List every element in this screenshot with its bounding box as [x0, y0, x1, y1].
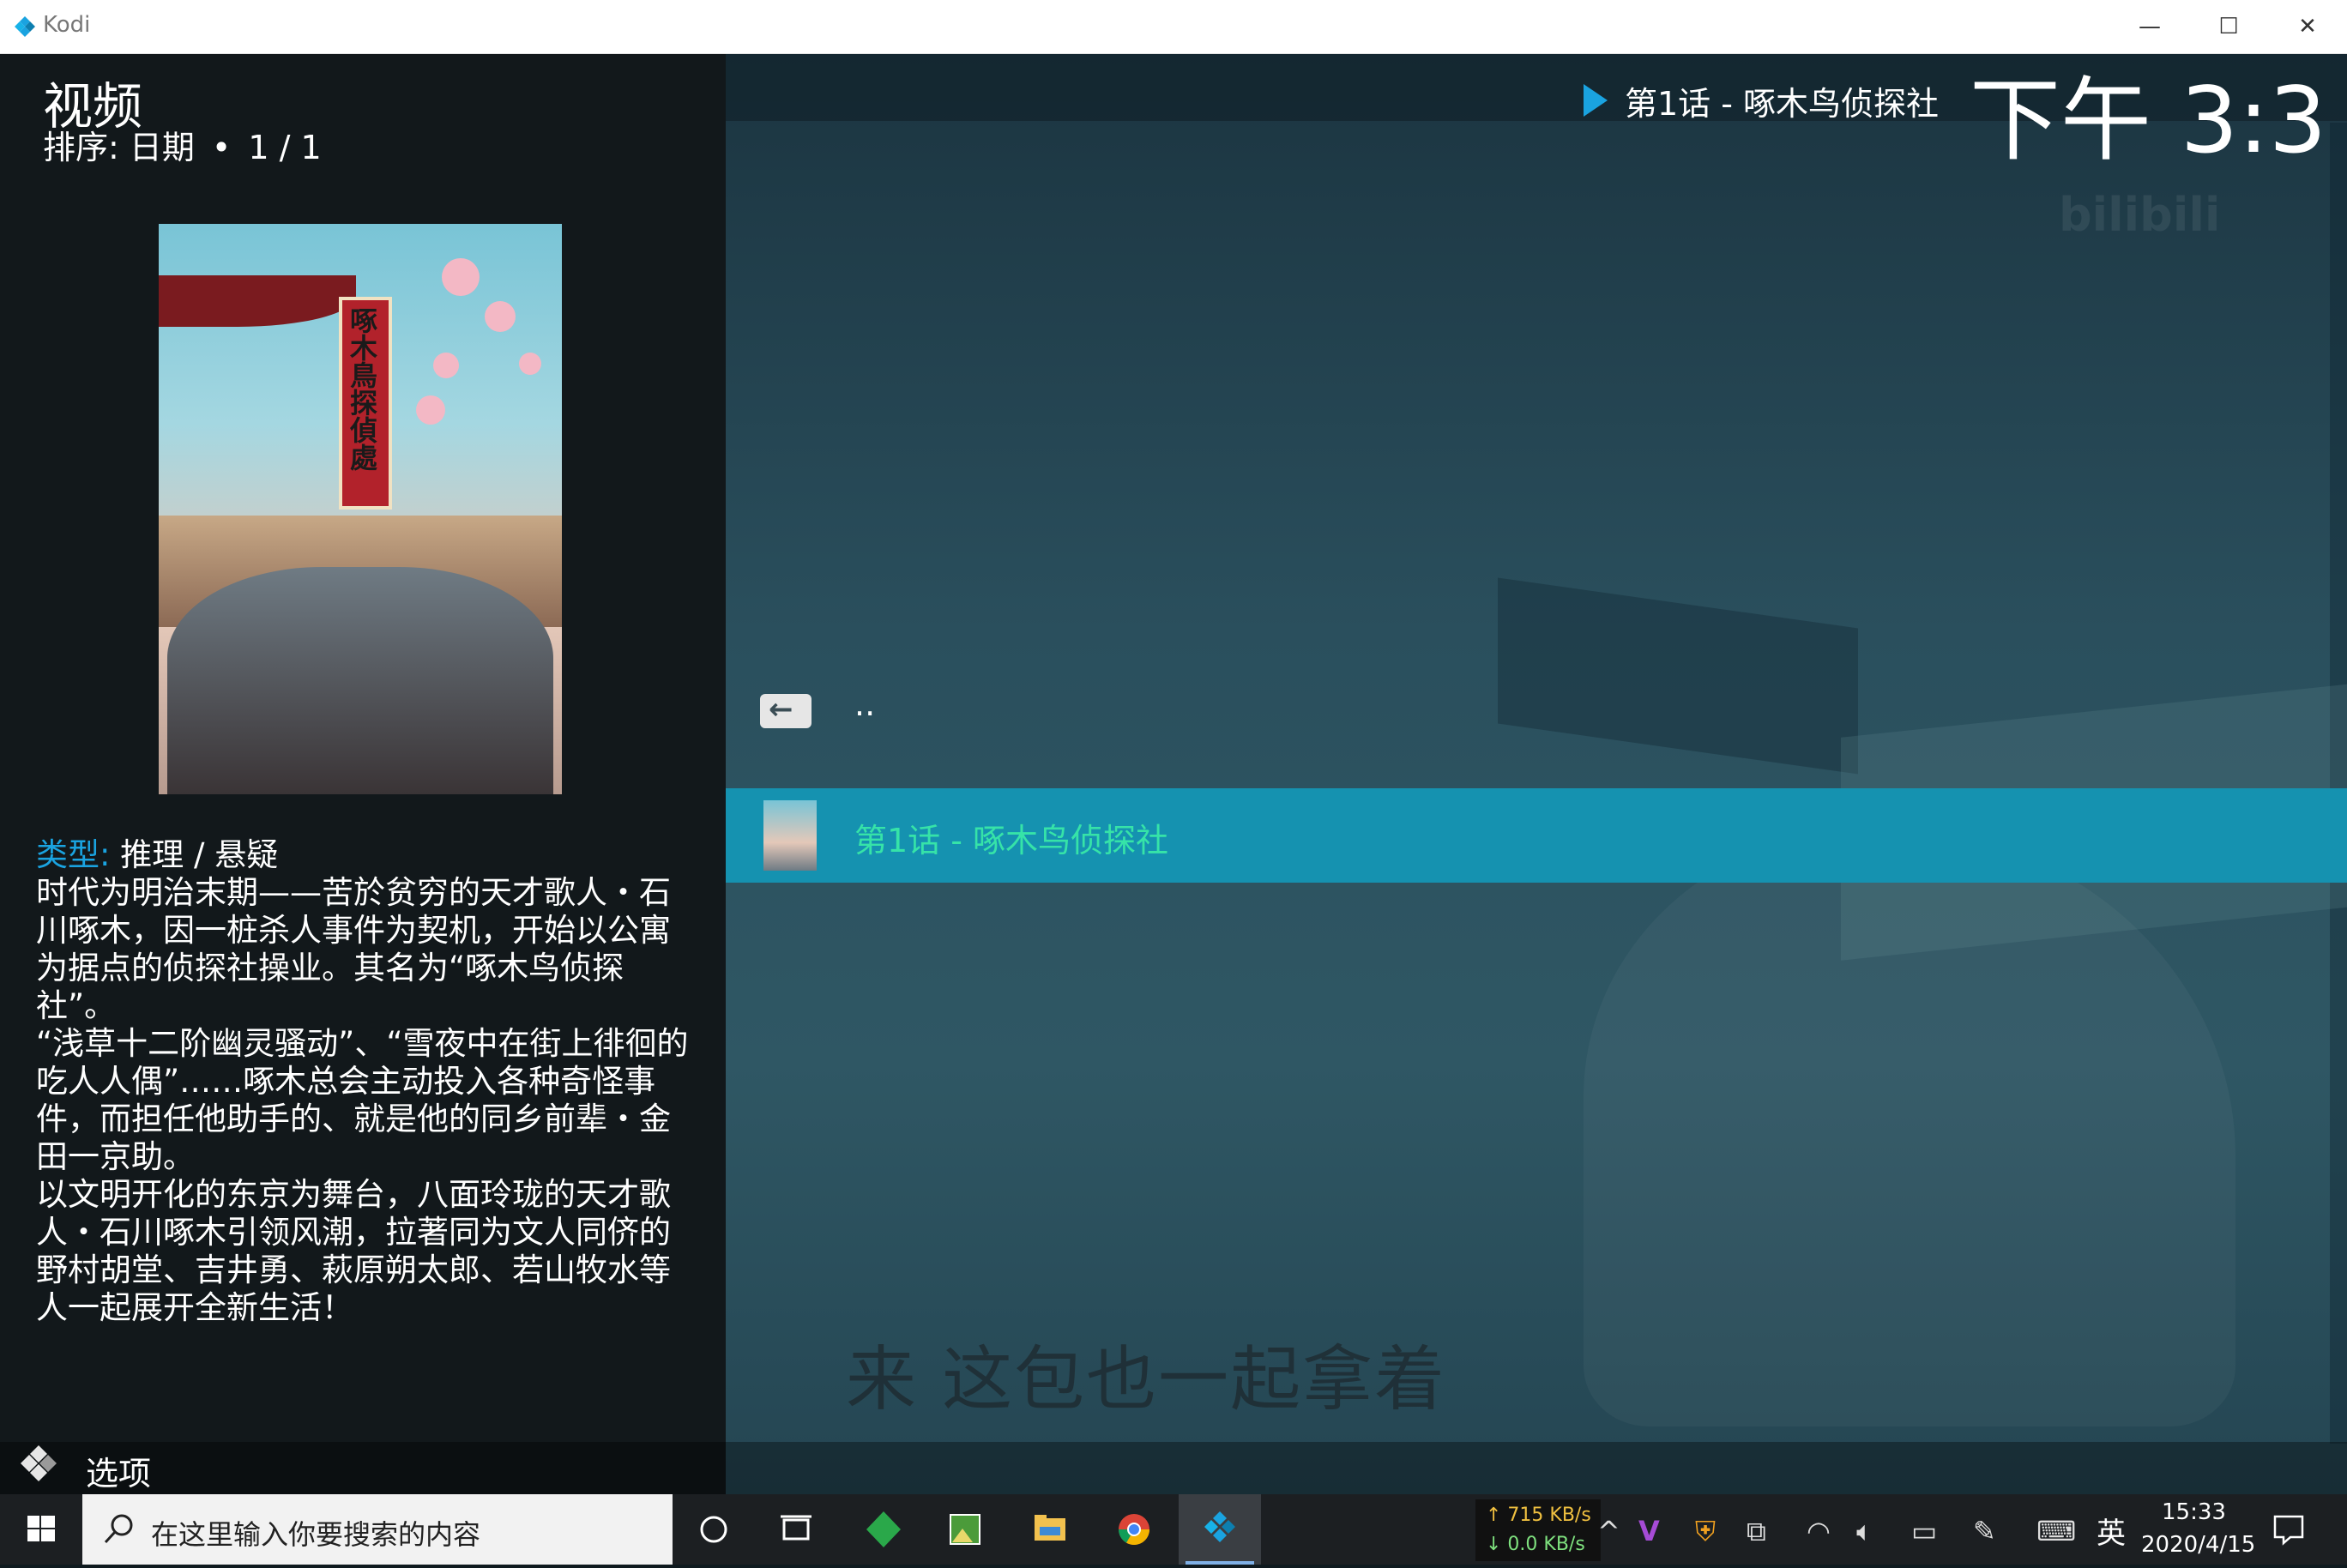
- genre-label: 类型:: [36, 836, 111, 873]
- now-playing[interactable]: 第1话 - 啄木鸟侦探社: [1584, 76, 1939, 124]
- volume-icon[interactable]: 🔈︎: [1856, 1515, 1873, 1548]
- minimize-button[interactable]: —: [2110, 0, 2189, 53]
- close-button[interactable]: ✕: [2268, 0, 2347, 53]
- plot-description: 类型: 推理 / 悬疑 时代为明治末期——苦於贫穷的天才歌人・石川啄木，因一桩杀…: [36, 836, 697, 1327]
- separator: •: [211, 129, 232, 166]
- image-viewer-icon[interactable]: [923, 1494, 1005, 1565]
- maximize-button[interactable]: ☐: [2189, 0, 2268, 53]
- windows-taskbar: 在这里输入你要搜索的内容 ↑ 715 KB/s ↓ 0.0 KB/s ^ V ⛨…: [0, 1494, 2347, 1565]
- poster: 啄木鳥探偵處: [159, 224, 562, 794]
- kodi-main: 视频 排序: 日期•1 / 1 第1话 - 啄木鸟侦探社 下午 3:33 bil…: [0, 54, 2347, 1494]
- genre-row: 类型: 推理 / 悬疑: [36, 836, 697, 874]
- plot-text: 时代为明治末期——苦於贫穷的天才歌人・石川啄木，因一桩杀人事件为契机，开始以公寓…: [36, 874, 689, 1326]
- page-count: 1 / 1: [248, 129, 322, 166]
- list-item-parent-folder[interactable]: ..: [726, 663, 2347, 757]
- vpn-app-icon[interactable]: V: [1638, 1515, 1660, 1547]
- task-view-icon[interactable]: [755, 1494, 837, 1565]
- search-icon: [104, 1514, 133, 1544]
- battery-icon[interactable]: ▭: [1911, 1515, 1937, 1547]
- video-subtitle: 来 这包也一起拿着: [846, 1339, 1447, 1420]
- blossom-icon: [485, 301, 516, 332]
- blossom-icon: [433, 353, 459, 378]
- cortana-icon[interactable]: [673, 1494, 755, 1565]
- search-placeholder: 在这里输入你要搜索的内容: [151, 1518, 481, 1551]
- windows-start-icon[interactable]: [0, 1494, 82, 1565]
- bilibili-watermark-icon: bilibili: [2059, 188, 2221, 242]
- blossom-icon: [519, 353, 541, 375]
- now-playing-title: 第1话 - 啄木鸟侦探社: [1625, 84, 1940, 123]
- poster-shape: [167, 567, 553, 794]
- file-explorer-icon[interactable]: [1009, 1494, 1091, 1565]
- poster-banner-text: 啄木鳥探偵處: [346, 306, 378, 471]
- green-app-icon[interactable]: [842, 1494, 925, 1565]
- blossom-icon: [442, 258, 480, 296]
- security-shield-icon[interactable]: ⛨: [1695, 1515, 1716, 1548]
- window-title: Kodi: [43, 12, 91, 38]
- taskbar-time[interactable]: 15:33: [2162, 1499, 2226, 1525]
- kodi-logo-icon: [15, 16, 35, 37]
- taskbar-search-input[interactable]: 在这里输入你要搜索的内容: [82, 1494, 673, 1565]
- network-speed-meter: ↑ 715 KB/s ↓ 0.0 KB/s: [1475, 1499, 1601, 1561]
- bottom-bar: [0, 1442, 2347, 1494]
- input-method-indicator[interactable]: 英: [2097, 1510, 2126, 1552]
- blossom-icon: [416, 395, 445, 425]
- list-item-label: ..: [854, 685, 876, 723]
- sort-label: 排序: 日期: [43, 129, 195, 166]
- pen-icon[interactable]: ✎: [1973, 1515, 1996, 1547]
- clock: 下午 3:33: [1970, 69, 2326, 172]
- keyboard-icon[interactable]: ⌨: [2036, 1515, 2076, 1547]
- active-indicator: [1186, 1561, 1254, 1565]
- kodi-taskbar-button[interactable]: [1179, 1494, 1261, 1565]
- episode-thumbnail: [763, 800, 817, 871]
- monitor-icon[interactable]: ⧉: [1747, 1515, 1766, 1548]
- upload-speed: ↑ 715 KB/s: [1486, 1505, 1591, 1526]
- show-hidden-icons-icon[interactable]: ^: [1597, 1515, 1620, 1547]
- list-item-episode[interactable]: 第1话 - 啄木鸟侦探社: [726, 788, 2347, 883]
- window-titlebar: Kodi — ☐ ✕: [0, 0, 2347, 54]
- chrome-icon[interactable]: [1093, 1494, 1175, 1565]
- video-background: [726, 54, 2347, 1494]
- kodi-icon: [1204, 1511, 1235, 1542]
- list-item-label: 第1话 - 啄木鸟侦探社: [854, 822, 1169, 859]
- poster-shape: [159, 275, 356, 327]
- genre-value: 推理 / 悬疑: [120, 836, 279, 873]
- download-speed: ↓ 0.0 KB/s: [1486, 1534, 1585, 1555]
- options-button[interactable]: 选项: [86, 1447, 151, 1494]
- back-folder-icon: [760, 692, 811, 728]
- notification-center-icon[interactable]: [2272, 1513, 2306, 1546]
- sort-info[interactable]: 排序: 日期 • 1 / 1: [43, 121, 322, 168]
- wifi-icon[interactable]: ◠: [1807, 1515, 1831, 1547]
- taskbar-date[interactable]: 2020/4/15: [2141, 1532, 2255, 1558]
- options-icon[interactable]: [17, 1442, 60, 1485]
- play-icon: [1584, 84, 1608, 117]
